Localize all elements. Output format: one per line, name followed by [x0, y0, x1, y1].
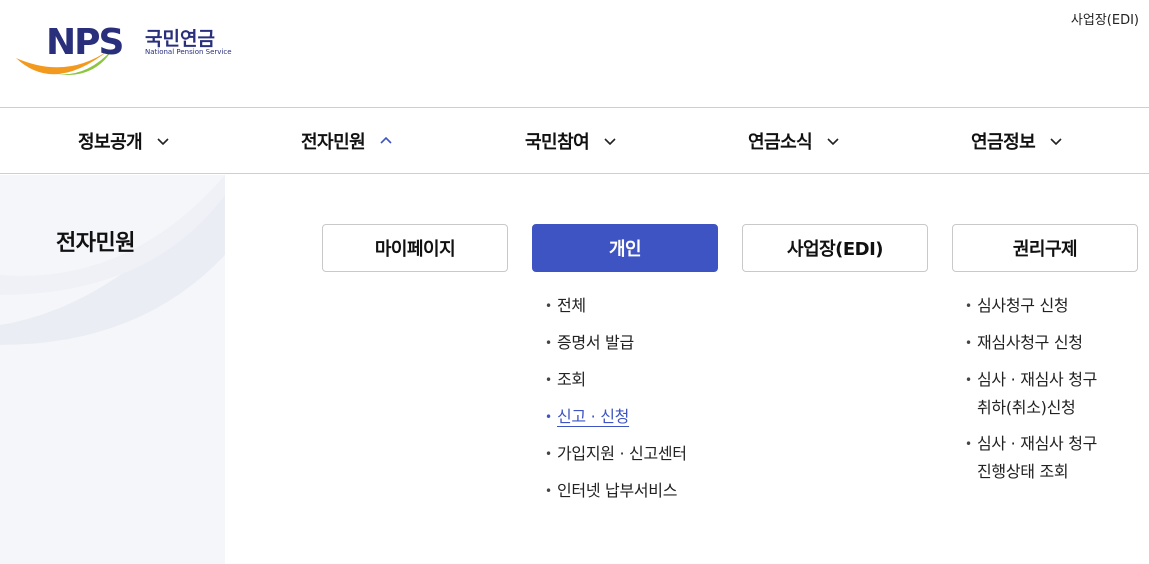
- submenu-item-certificate[interactable]: • 증명서 발급: [545, 329, 687, 366]
- bullet-icon: •: [965, 336, 972, 350]
- submenu-item-re-review-request[interactable]: • 재심사청구 신청: [965, 329, 1097, 366]
- personal-submenu: • 전체 • 증명서 발급 • 조회 • 신고 · 신청 • 가입지원 · 신고센터 • 인…: [545, 292, 687, 514]
- gnb-item-pension-news[interactable]: 연금소식: [748, 108, 840, 173]
- bullet-icon: •: [965, 299, 972, 313]
- edi-link[interactable]: 사업장(EDI): [1071, 9, 1139, 28]
- chevron-down-icon: [156, 136, 170, 146]
- gnb-item-e-civil-service[interactable]: 전자민원: [301, 108, 393, 173]
- logo-korean-name: 국민연금: [145, 28, 215, 50]
- section-title: 전자민원: [56, 231, 135, 256]
- rights-relief-button[interactable]: 권리구제: [952, 224, 1138, 272]
- submenu-item-all[interactable]: • 전체: [545, 292, 687, 329]
- bullet-icon: •: [545, 299, 552, 313]
- gnb-item-label: 연금소식: [748, 131, 813, 153]
- section-side-panel: 전자민원: [0, 175, 225, 564]
- gnb-item-label: 정보공개: [78, 131, 143, 153]
- bullet-icon: •: [545, 410, 552, 424]
- nps-logo-mark: NPS 국민연금 National Pension Service: [16, 22, 232, 75]
- submenu-item-internet-payment[interactable]: • 인터넷 납부서비스: [545, 477, 687, 514]
- bullet-icon: •: [965, 373, 972, 387]
- gnb-item-label: 연금정보: [971, 131, 1036, 153]
- submenu-item-withdraw-request[interactable]: • 심사 · 재심사 청구 취하(취소)신청: [965, 366, 1097, 430]
- gnb-item-label: 국민참여: [525, 131, 590, 153]
- global-navigation: 정보공개 전자민원 국민참여 연금소식 연금정보: [0, 108, 1149, 174]
- submenu-item-review-request[interactable]: • 심사청구 신청: [965, 292, 1097, 329]
- nps-logo[interactable]: NPS 국민연금 National Pension Service: [14, 22, 240, 84]
- submenu-item-report-application[interactable]: • 신고 · 신청: [545, 403, 687, 440]
- chevron-up-icon: [379, 136, 393, 146]
- button-label: 개인: [608, 239, 642, 260]
- logo-mark-text: NPS: [46, 22, 123, 63]
- gnb-item-info-disclosure[interactable]: 정보공개: [78, 108, 170, 173]
- submenu-item-join-support[interactable]: • 가입지원 · 신고센터: [545, 440, 687, 477]
- chevron-down-icon: [1049, 136, 1063, 146]
- submenu-item-inquiry[interactable]: • 조회: [545, 366, 687, 403]
- button-label: 권리구제: [1012, 239, 1078, 260]
- button-label: 사업장(EDI): [786, 239, 884, 260]
- gnb-item-participation[interactable]: 국민참여: [525, 108, 617, 173]
- personal-button[interactable]: 개인: [532, 224, 718, 272]
- bullet-icon: •: [545, 447, 552, 461]
- submenu-item-progress-inquiry[interactable]: • 심사 · 재심사 청구 진행상태 조회: [965, 430, 1097, 494]
- logo-english-name: National Pension Service: [145, 48, 232, 56]
- rights-relief-submenu: • 심사청구 신청 • 재심사청구 신청 • 심사 · 재심사 청구 취하(취소)신청 …: [965, 292, 1097, 494]
- bullet-icon: •: [545, 336, 552, 350]
- gnb-item-pension-info[interactable]: 연금정보: [971, 108, 1063, 173]
- bullet-icon: •: [545, 373, 552, 387]
- business-edi-button[interactable]: 사업장(EDI): [742, 224, 928, 272]
- bullet-icon: •: [545, 484, 552, 498]
- chevron-down-icon: [826, 136, 840, 146]
- chevron-down-icon: [603, 136, 617, 146]
- bullet-icon: •: [965, 437, 972, 451]
- my-page-button[interactable]: 마이페이지: [322, 224, 508, 272]
- gnb-item-label: 전자민원: [301, 131, 366, 153]
- button-label: 마이페이지: [374, 239, 456, 260]
- site-header: NPS 국민연금 National Pension Service 사업장(ED…: [0, 0, 1149, 108]
